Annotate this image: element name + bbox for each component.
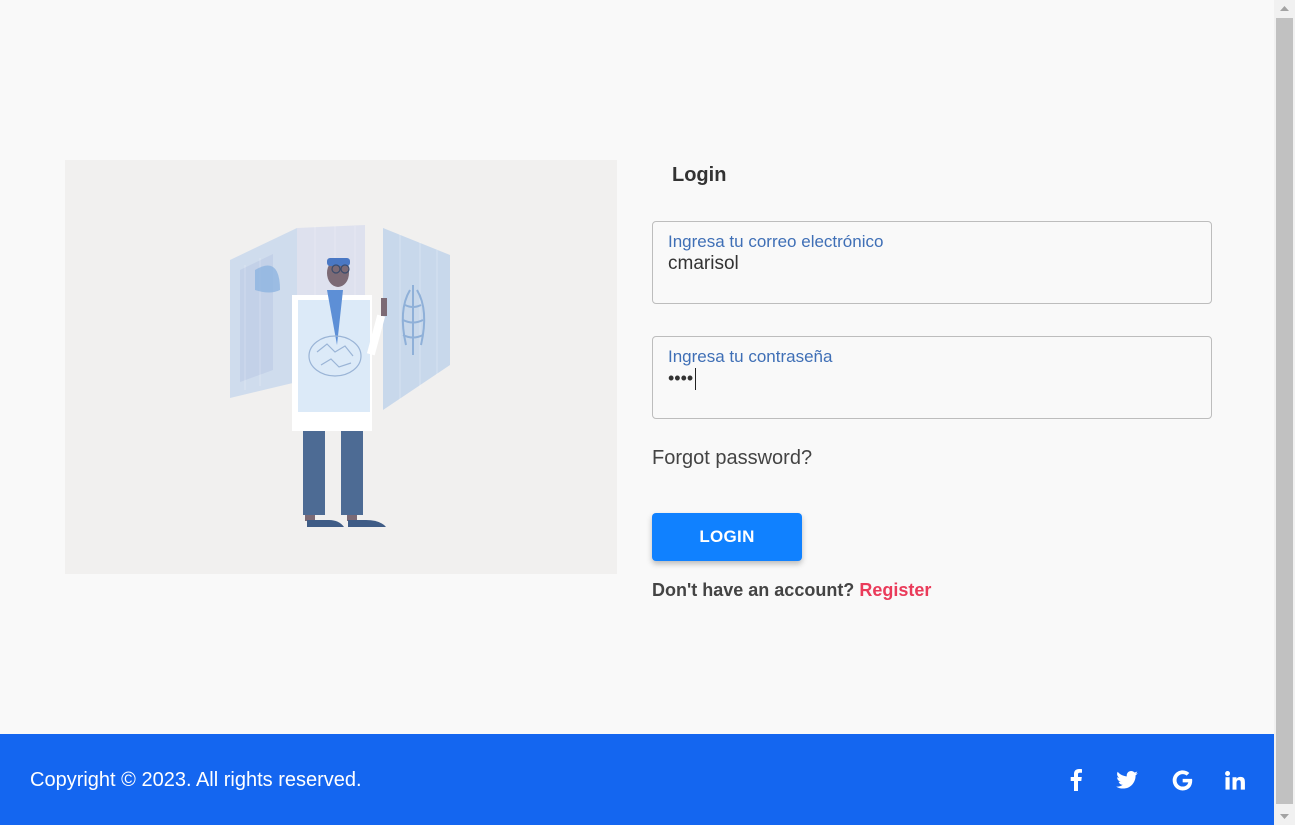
text-caret [695, 368, 696, 390]
password-field[interactable]: Ingresa tu contraseña •••• [652, 336, 1212, 419]
email-field[interactable]: Ingresa tu correo electrónico [652, 221, 1212, 304]
login-button[interactable]: LOGIN [652, 513, 802, 561]
page: Login Ingresa tu correo electrónico Ingr… [0, 0, 1274, 825]
register-link[interactable]: Register [859, 580, 931, 600]
forgot-password-link[interactable]: Forgot password? [652, 446, 812, 470]
email-input[interactable] [668, 253, 1188, 275]
linkedin-icon[interactable] [1222, 767, 1248, 793]
form-title: Login [672, 164, 727, 186]
scroll-down-arrow-icon[interactable] [1274, 808, 1295, 825]
google-icon[interactable] [1169, 767, 1195, 793]
register-row: Don't have an account? Register [652, 579, 931, 601]
email-field-label: Ingresa tu correo electrónico [668, 232, 884, 251]
scrollbar-thumb[interactable] [1276, 18, 1293, 804]
facebook-icon[interactable] [1063, 767, 1089, 793]
password-field-label: Ingresa tu contraseña [668, 347, 833, 366]
vertical-scrollbar[interactable] [1274, 0, 1295, 825]
twitter-icon[interactable] [1114, 767, 1140, 793]
scroll-up-arrow-icon[interactable] [1274, 0, 1295, 17]
login-illustration [65, 160, 617, 574]
doctor-illustration [230, 225, 450, 527]
register-prompt: Don't have an account? [652, 580, 855, 600]
copyright-text: Copyright © 2023. All rights reserved. [30, 769, 362, 791]
password-input[interactable]: •••• [668, 367, 1188, 389]
footer: Copyright © 2023. All rights reserved. [0, 734, 1274, 825]
